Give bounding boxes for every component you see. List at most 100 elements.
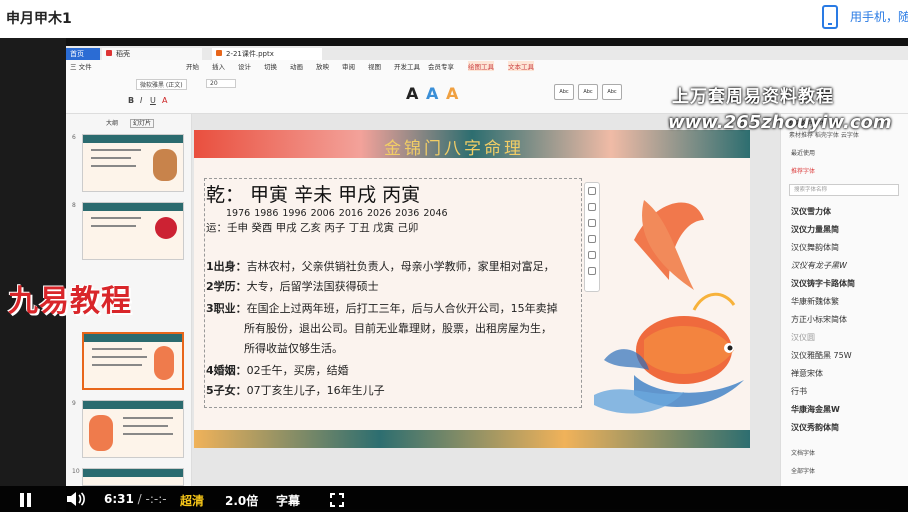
menu-animation[interactable]: 动画 bbox=[290, 61, 303, 71]
shape-style-2[interactable]: Abc bbox=[578, 84, 598, 100]
slide-thumbnail[interactable] bbox=[82, 400, 184, 458]
crop-icon[interactable] bbox=[588, 219, 596, 227]
info-line: 所有股份，退出公司。目前无业靠理财，股票，出租房屋为生， bbox=[244, 320, 552, 336]
font-panel: 稻壳推荐字体 素材推荐 稻壳字体 云字体 最近使用 推荐字体 搜索字体名称 汉仪… bbox=[780, 114, 908, 486]
subtitle-button[interactable]: 字幕 bbox=[276, 492, 300, 509]
menu-bar: 三 文件 开始 插入 设计 切换 动画 放映 审阅 视图 开发工具 会员专享 绘… bbox=[66, 60, 908, 74]
info-label: 5子女： bbox=[206, 384, 247, 397]
bazi-chart-line: 乾： 甲寅 辛未 甲戌 丙寅 bbox=[206, 184, 421, 206]
pause-icon[interactable] bbox=[20, 493, 32, 507]
menu-design[interactable]: 设计 bbox=[238, 61, 251, 71]
menu-text-tools[interactable]: 文本工具 bbox=[508, 61, 534, 71]
speed-button[interactable]: 2.0倍 bbox=[225, 492, 258, 509]
menu-insert[interactable]: 插入 bbox=[212, 61, 225, 71]
text-style-black[interactable]: A bbox=[406, 84, 418, 103]
page-title: 申月甲木1 bbox=[6, 11, 72, 27]
shape-style-1[interactable]: Abc bbox=[554, 84, 574, 100]
tab-slides[interactable]: 幻灯片 bbox=[129, 119, 154, 128]
slide-heading: 金锦门八字命理 bbox=[384, 139, 524, 159]
fullscreen-icon[interactable] bbox=[330, 493, 344, 507]
font-item[interactable]: 汉仪铸字卡路体简 bbox=[791, 278, 855, 289]
info-text: 02壬午，买房，结婚 bbox=[246, 364, 349, 377]
slide-editor: 金锦门八字命理 乾： 甲寅 辛未 甲戌 丙寅 1976 1986 1996 20… bbox=[192, 114, 780, 486]
menu-member[interactable]: 会员专享 bbox=[428, 61, 454, 71]
phone-icon[interactable] bbox=[822, 5, 838, 29]
docer-icon bbox=[106, 50, 112, 56]
info-text: 吉林农村，父亲供销社负责人，母亲小学教师，家里相对富足， bbox=[246, 260, 555, 273]
menu-file[interactable]: 三 文件 bbox=[70, 61, 92, 71]
menu-review[interactable]: 审阅 bbox=[342, 61, 355, 71]
tab-outline[interactable]: 大纲 bbox=[106, 120, 118, 127]
watermark-brand: 九易教程 bbox=[8, 284, 132, 319]
font-item[interactable]: 汉仪有龙子黑W bbox=[791, 260, 847, 271]
font-item[interactable]: 汉仪雅酷黑 75W bbox=[791, 350, 852, 361]
underline-button[interactable]: U bbox=[150, 96, 156, 105]
slide-canvas[interactable]: 金锦门八字命理 乾： 甲寅 辛未 甲戌 丙寅 1976 1986 1996 20… bbox=[194, 130, 750, 448]
font-item[interactable]: 方正小标宋简体 bbox=[791, 314, 847, 325]
video-player[interactable]: 首页 稻壳 2-21课件.pptx 三 文件 开始 插入 设计 切换 动画 放映… bbox=[0, 38, 908, 512]
font-item[interactable]: 华康海金黑W bbox=[791, 404, 840, 415]
info-line: 1出身：吉林农村，父亲供销社负责人，母亲小学教师，家里相对富足， bbox=[206, 258, 555, 274]
quality-button[interactable]: 超清 bbox=[180, 492, 204, 509]
watermark-url: www.265zhouyiw.com bbox=[668, 112, 892, 133]
menu-home[interactable]: 开始 bbox=[186, 61, 199, 71]
slide-thumbnail[interactable] bbox=[82, 468, 184, 486]
font-item[interactable]: 汉仪舞韵体简 bbox=[791, 242, 839, 253]
phone-watch-link[interactable]: 用手机，随 bbox=[850, 8, 908, 25]
font-item[interactable]: 汉仪力量黑简 bbox=[791, 224, 839, 235]
font-color-button[interactable]: A bbox=[162, 96, 167, 105]
slide-thumbnail[interactable] bbox=[82, 202, 184, 260]
top-bar: 申月甲木1 用手机，随 bbox=[0, 0, 908, 38]
pen-icon[interactable] bbox=[588, 203, 596, 211]
koi-fish-illustration bbox=[594, 200, 744, 414]
menu-developer[interactable]: 开发工具 bbox=[394, 61, 420, 71]
tab-home[interactable]: 首页 bbox=[66, 48, 100, 60]
luck-pillars: 运：壬申 癸酉 甲戌 乙亥 丙子 丁丑 戊寅 己卯 bbox=[206, 222, 419, 234]
bulb-icon[interactable] bbox=[588, 251, 596, 259]
slide-thumbnail[interactable] bbox=[82, 134, 184, 192]
tab-pptx-file[interactable]: 2-21课件.pptx bbox=[212, 48, 322, 60]
info-text: 07丁亥生儿子，16年生儿子 bbox=[246, 384, 385, 397]
luck-years: 1976 1986 1996 2006 2016 2026 2036 2046 bbox=[226, 208, 448, 219]
font-item[interactable]: 禅意宋体 bbox=[791, 368, 823, 379]
section-docs[interactable]: 文档字体 bbox=[791, 448, 815, 457]
font-item[interactable]: 汉仪秀韵体简 bbox=[791, 422, 839, 433]
tab-docer[interactable]: 稻壳 bbox=[102, 48, 202, 60]
current-time: 6:31 bbox=[104, 492, 134, 506]
more-icon[interactable] bbox=[588, 267, 596, 275]
menu-slideshow[interactable]: 放映 bbox=[316, 61, 329, 71]
italic-button[interactable]: I bbox=[140, 96, 142, 105]
info-line: 3职业：在国企上过两年班，后打工三年，后与人合伙开公司，15年卖掉 bbox=[206, 300, 558, 316]
shape-style-3[interactable]: Abc bbox=[602, 84, 622, 100]
bold-button[interactable]: B bbox=[128, 96, 134, 105]
volume-icon[interactable] bbox=[66, 491, 86, 507]
time-display: 6:31 / -:-:- bbox=[104, 492, 167, 506]
font-item[interactable]: 华康新魏体繁 bbox=[791, 296, 839, 307]
font-name-select[interactable]: 微软雅黑 (正文) bbox=[136, 79, 187, 90]
section-all[interactable]: 全部字体 bbox=[791, 466, 815, 475]
rotate-icon[interactable] bbox=[588, 235, 596, 243]
menu-transition[interactable]: 切换 bbox=[264, 61, 277, 71]
font-item[interactable]: 行书 bbox=[791, 386, 807, 397]
font-item[interactable]: 汉仪雪力体 bbox=[791, 206, 831, 217]
thumb-number: 9 bbox=[72, 400, 76, 407]
font-search-input[interactable]: 搜索字体名称 bbox=[789, 184, 899, 196]
layer-icon[interactable] bbox=[588, 187, 596, 195]
info-line: 所得收益仅够生活。 bbox=[244, 340, 343, 356]
info-label: 4婚姻： bbox=[206, 364, 247, 377]
menu-view[interactable]: 视图 bbox=[368, 61, 381, 71]
info-text: 在国企上过两年班，后打工三年，后与人合伙开公司，15年卖掉 bbox=[246, 302, 558, 315]
info-label: 3职业： bbox=[206, 302, 247, 315]
menu-draw-tools[interactable]: 绘图工具 bbox=[468, 61, 494, 71]
font-size-select[interactable]: 20 bbox=[206, 79, 236, 88]
text-style-blue[interactable]: A bbox=[426, 84, 438, 103]
slide-thumbnail-selected[interactable] bbox=[82, 332, 184, 390]
video-letterbox bbox=[0, 38, 66, 512]
font-item[interactable]: 汉仪圆 bbox=[791, 332, 815, 343]
section-recommend[interactable]: 推荐字体 bbox=[791, 166, 815, 175]
watermark-top: 上万套周易资料教程 bbox=[672, 87, 834, 107]
section-recent[interactable]: 最近使用 bbox=[791, 148, 815, 157]
ppt-file-icon bbox=[216, 50, 222, 56]
info-line: 4婚姻：02壬午，买房，结婚 bbox=[206, 362, 349, 378]
text-style-orange[interactable]: A bbox=[446, 84, 458, 103]
